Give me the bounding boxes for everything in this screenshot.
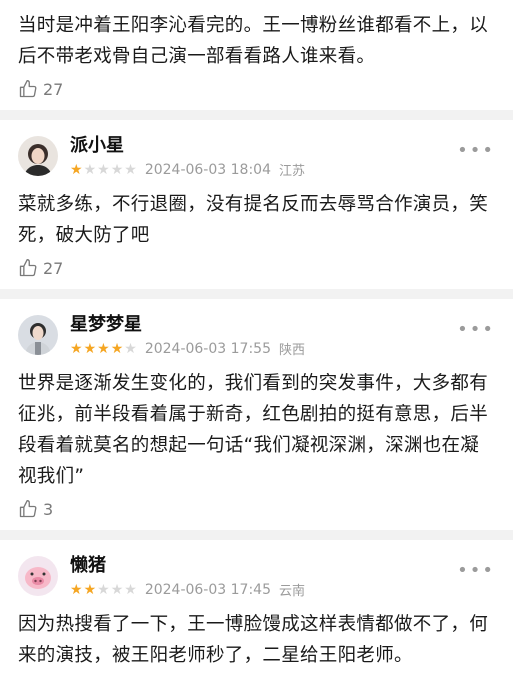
more-dots-icon[interactable]: ••• bbox=[457, 319, 495, 340]
thumbs-up-icon bbox=[19, 500, 37, 518]
username[interactable]: 派小星 bbox=[70, 134, 495, 158]
username[interactable]: 星梦梦星 bbox=[70, 313, 495, 337]
comment-text: 当时是冲着王阳李沁看完的。王一博粉丝谁都看不上，以后不带老戏骨自己演一部看看路人… bbox=[18, 15, 489, 67]
star-icon: ★ bbox=[110, 581, 124, 598]
review-location: 江苏 bbox=[278, 164, 305, 179]
star-icon: ★ bbox=[83, 581, 97, 598]
star-rating: ★ ★ ★ ★ ★ bbox=[70, 162, 137, 178]
star-icon: ★ bbox=[70, 340, 83, 357]
like-count: 3 bbox=[43, 499, 54, 519]
review-header: 派小星 ★ ★ ★ ★ ★ 2024-06-03 18:04 江苏 ••• bbox=[18, 134, 495, 179]
divider bbox=[0, 530, 513, 540]
star-icon: ★ bbox=[97, 340, 110, 357]
more-dots-icon[interactable]: ••• bbox=[457, 560, 495, 581]
avatar[interactable] bbox=[18, 556, 58, 596]
like-count: 27 bbox=[43, 79, 64, 99]
like-button[interactable]: 3 bbox=[18, 496, 495, 522]
comment-item: 当时是冲着王阳李沁看完的。王一博粉丝谁都看不上，以后不带老戏骨自己演一部看看路人… bbox=[0, 0, 513, 110]
star-icon: ★ bbox=[124, 581, 137, 598]
review-text: 因为热搜看了一下，王一博脸馒成这样表情都做不了，何来的演技，被王阳老师秒了，二星… bbox=[18, 614, 489, 666]
star-rating: ★ ★ ★ ★ ★ bbox=[70, 582, 137, 598]
review-date: 2024-06-03 17:45 bbox=[144, 581, 271, 598]
like-button[interactable]: 27 bbox=[18, 255, 495, 281]
thumbs-up-icon bbox=[19, 80, 37, 98]
avatar[interactable] bbox=[18, 136, 58, 176]
review-header: 星梦梦星 ★ ★ ★ ★ ★ 2024-06-03 17:55 陕西 ••• bbox=[18, 313, 495, 358]
star-icon: ★ bbox=[110, 340, 124, 357]
star-icon: ★ bbox=[97, 581, 110, 598]
review-date: 2024-06-03 18:04 bbox=[144, 161, 271, 178]
star-rating: ★ ★ ★ ★ ★ bbox=[70, 341, 137, 357]
review-location: 陕西 bbox=[278, 343, 305, 358]
username[interactable]: 懒猪 bbox=[70, 554, 495, 578]
divider bbox=[0, 289, 513, 299]
review-text: 世界是逐渐发生变化的，我们看到的突发事件，大多都有征兆，前半段看着属于新奇，红色… bbox=[18, 373, 489, 487]
star-icon: ★ bbox=[83, 340, 97, 357]
star-icon: ★ bbox=[97, 161, 110, 178]
star-icon: ★ bbox=[70, 581, 83, 598]
review-item: 派小星 ★ ★ ★ ★ ★ 2024-06-03 18:04 江苏 ••• 菜就多练，不… bbox=[0, 120, 513, 289]
star-icon: ★ bbox=[124, 340, 137, 357]
review-item: 星梦梦星 ★ ★ ★ ★ ★ 2024-06-03 17:55 陕西 ••• 世界是逐渐… bbox=[0, 299, 513, 530]
review-text: 菜就多练，不行退圈，没有提名反而去辱骂合作演员，笑死，破大防了吧 bbox=[18, 194, 489, 246]
like-count: 27 bbox=[43, 258, 64, 278]
avatar[interactable] bbox=[18, 315, 58, 355]
thumbs-up-icon bbox=[19, 259, 37, 277]
review-item: 懒猪 ★ ★ ★ ★ ★ 2024-06-03 17:45 云南 ••• 因为热搜看了一… bbox=[0, 540, 513, 679]
star-icon: ★ bbox=[70, 161, 83, 178]
review-date: 2024-06-03 17:55 bbox=[144, 340, 271, 357]
more-dots-icon[interactable]: ••• bbox=[457, 140, 495, 161]
like-button[interactable]: 27 bbox=[18, 76, 495, 102]
star-icon: ★ bbox=[110, 161, 124, 178]
star-icon: ★ bbox=[83, 161, 97, 178]
review-header: 懒猪 ★ ★ ★ ★ ★ 2024-06-03 17:45 云南 ••• bbox=[18, 554, 495, 599]
divider bbox=[0, 110, 513, 120]
star-icon: ★ bbox=[124, 161, 137, 178]
review-location: 云南 bbox=[278, 584, 305, 599]
